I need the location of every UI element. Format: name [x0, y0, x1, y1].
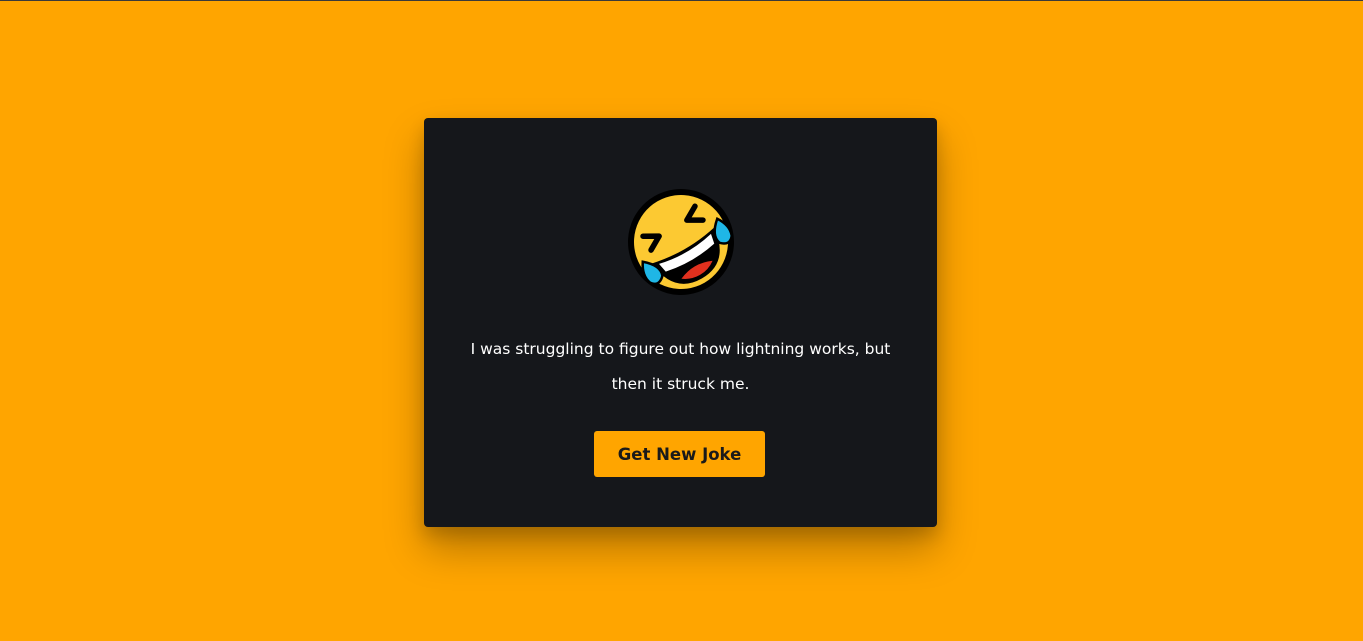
joke-card: I was struggling to figure out how light… — [424, 118, 937, 527]
get-new-joke-button[interactable]: Get New Joke — [594, 431, 765, 477]
joke-text: I was struggling to figure out how light… — [470, 340, 891, 393]
rolling-on-the-floor-laughing-icon — [628, 189, 734, 295]
